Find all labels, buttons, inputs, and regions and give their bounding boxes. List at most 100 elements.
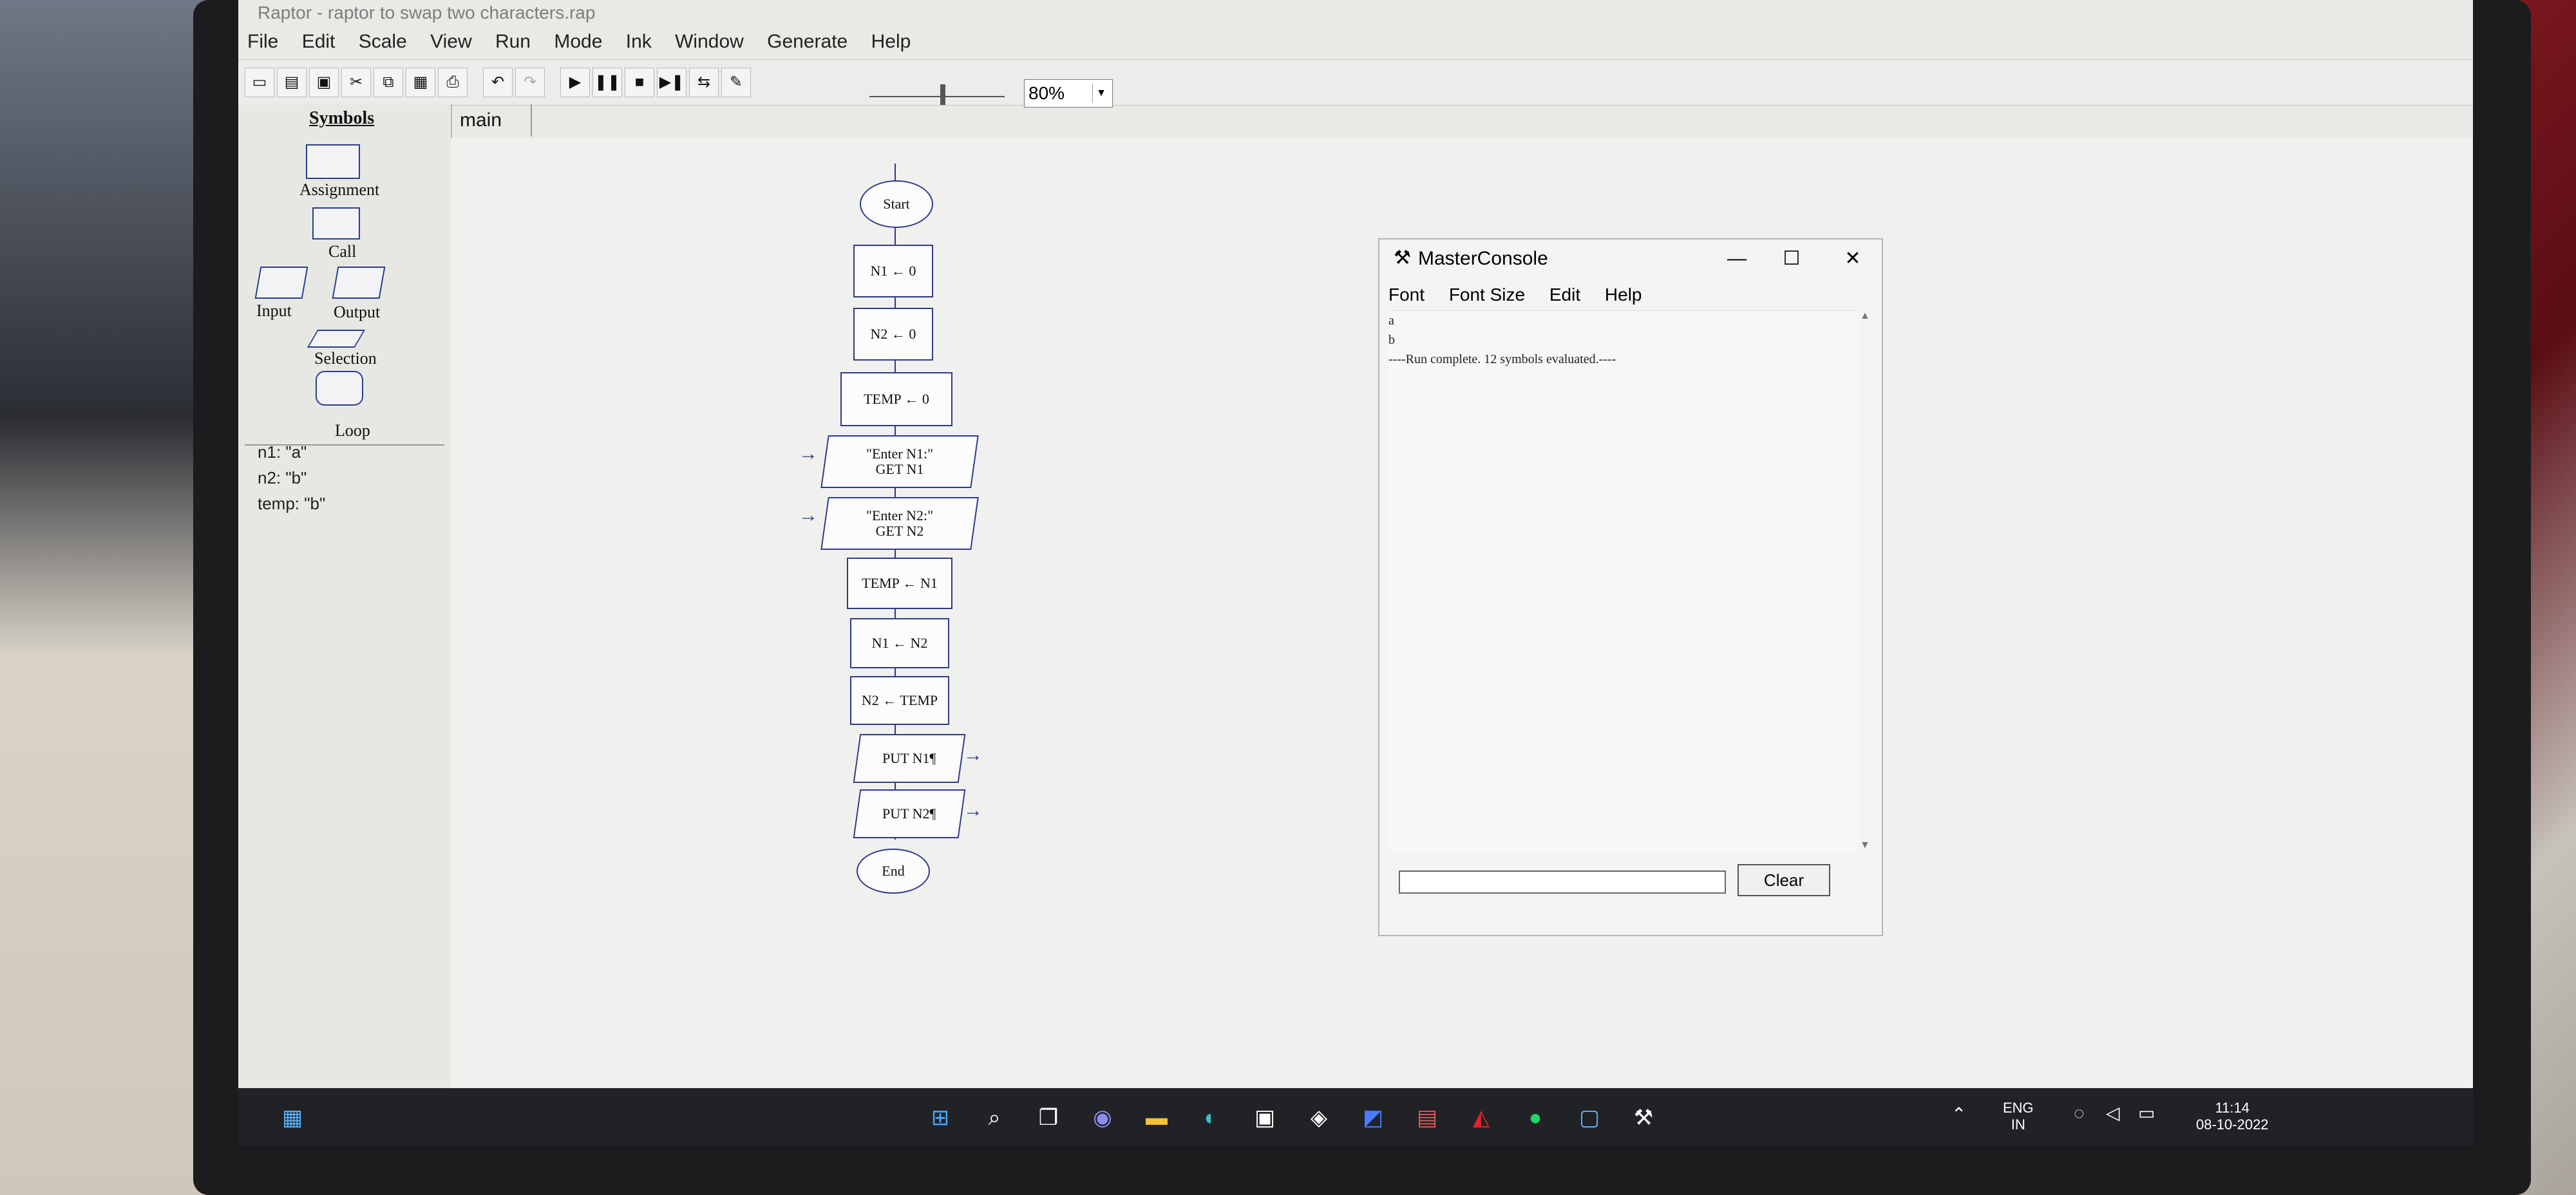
output-n2-text: PUT N2¶ xyxy=(882,805,936,822)
symbol-output-label: Output xyxy=(334,303,381,321)
chevron-down-icon[interactable]: ▼ xyxy=(1092,84,1110,103)
menu-view[interactable]: View xyxy=(421,31,480,52)
test-server-icon[interactable]: ⇆ xyxy=(689,68,719,97)
volume-icon[interactable]: ◁ xyxy=(2106,1104,2120,1122)
pause-icon[interactable]: ❚❚ xyxy=(592,68,622,97)
minimize-icon[interactable]: — xyxy=(1714,240,1759,278)
symbols-title: Symbols xyxy=(309,108,375,128)
store-icon[interactable]: ▣ xyxy=(1249,1102,1280,1133)
console-line: ----Run complete. 12 symbols evaluated.-… xyxy=(1388,352,1616,366)
tab-main[interactable]: main xyxy=(451,104,532,136)
console-title: MasterConsole xyxy=(1418,248,1548,269)
assign-temp-n1-box[interactable]: TEMP ← N1 xyxy=(847,558,952,609)
file-explorer-icon[interactable]: ▬ xyxy=(1141,1102,1172,1133)
input-arrow-icon: → xyxy=(799,443,818,464)
widgets-icon[interactable]: ▦ xyxy=(277,1102,308,1133)
input-n1-box[interactable]: "Enter N1:" GET N1 xyxy=(820,435,979,488)
output-n2-box[interactable]: PUT N2¶ xyxy=(853,789,966,838)
screen: Raptor - raptor to swap two characters.r… xyxy=(238,0,2473,1146)
assign-temp-box[interactable]: TEMP ← 0 xyxy=(840,372,952,426)
assignment-symbol-icon[interactable] xyxy=(306,144,360,179)
wifi-icon[interactable]: ◌ xyxy=(2074,1104,2085,1122)
print-icon[interactable]: ⎙ xyxy=(438,68,468,97)
search-icon[interactable]: ⌕ xyxy=(979,1102,1010,1133)
output-arrow-icon: → xyxy=(963,744,983,766)
console-input[interactable] xyxy=(1399,870,1726,894)
paste-icon[interactable]: ▦ xyxy=(406,68,435,97)
assign-n2-temp-box[interactable]: N2 ← TEMP xyxy=(850,676,949,725)
menu-window[interactable]: Window xyxy=(666,31,753,52)
cut-icon[interactable]: ✂ xyxy=(341,68,371,97)
maximize-icon[interactable]: ☐ xyxy=(1769,240,1814,278)
input-n1-prompt: "Enter N1:" xyxy=(866,446,934,462)
console-output[interactable]: a b ----Run complete. 12 symbols evaluat… xyxy=(1388,310,1859,852)
variable-item: n1: "a" xyxy=(258,442,307,462)
console-menu-help[interactable]: Help xyxy=(1605,285,1642,305)
menu-file[interactable]: File xyxy=(238,31,287,52)
app-icon[interactable]: ▤ xyxy=(1412,1102,1443,1133)
scroll-down-icon[interactable]: ▼ xyxy=(1860,840,1870,851)
input-symbol-icon[interactable] xyxy=(254,267,308,299)
assign-n1-n2-box[interactable]: N1 ← N2 xyxy=(850,618,949,668)
speed-slider-handle[interactable] xyxy=(940,84,945,105)
task-view-icon[interactable]: ❐ xyxy=(1033,1102,1064,1133)
end-oval[interactable]: End xyxy=(857,849,930,894)
console-menu-edit[interactable]: Edit xyxy=(1549,285,1580,305)
copy-icon[interactable]: ⧉ xyxy=(374,68,403,97)
ink-pen-icon[interactable]: ✎ xyxy=(721,68,751,97)
spotify-icon[interactable]: ● xyxy=(1520,1102,1551,1133)
symbol-input-label: Input xyxy=(256,301,292,320)
app-icon[interactable]: ▢ xyxy=(1574,1102,1605,1133)
step-icon[interactable]: ▶❚ xyxy=(657,68,687,97)
menu-scale[interactable]: Scale xyxy=(350,31,416,52)
language-indicator[interactable]: ENG IN xyxy=(2003,1100,2034,1133)
menu-run[interactable]: Run xyxy=(486,31,540,52)
assign-n2-box[interactable]: N2 ← 0 xyxy=(853,308,933,361)
edge-browser-icon[interactable]: ◐ xyxy=(1195,1102,1226,1133)
window-title: Raptor - raptor to swap two characters.r… xyxy=(258,3,596,23)
raptor-icon[interactable]: ⚒ xyxy=(1628,1102,1659,1133)
console-menu-font-size[interactable]: Font Size xyxy=(1449,285,1525,305)
new-icon[interactable]: ▭ xyxy=(245,68,274,97)
output-n1-box[interactable]: PUT N1¶ xyxy=(853,734,966,783)
clear-button[interactable]: Clear xyxy=(1738,864,1830,896)
menu-edit[interactable]: Edit xyxy=(293,31,345,52)
variable-watch-list: n1: "a" n2: "b" temp: "b" xyxy=(258,439,325,516)
console-scrollbar[interactable]: ▲ ▼ xyxy=(1860,310,1873,851)
language-top: ENG xyxy=(2003,1100,2034,1116)
save-icon[interactable]: ▣ xyxy=(309,68,339,97)
redo-icon[interactable]: ↷ xyxy=(515,68,545,97)
windows-start-icon[interactable]: ⊞ xyxy=(925,1102,956,1133)
loop-symbol-icon[interactable] xyxy=(316,371,363,406)
clock[interactable]: 11:14 08-10-2022 xyxy=(2196,1100,2269,1133)
menu-mode[interactable]: Mode xyxy=(545,31,611,52)
menu-ink[interactable]: Ink xyxy=(617,31,661,52)
battery-icon[interactable]: ▭ xyxy=(2138,1104,2155,1122)
input-n2-get: GET N2 xyxy=(875,523,924,539)
menu-help[interactable]: Help xyxy=(862,31,920,52)
selection-symbol-icon[interactable] xyxy=(307,330,366,348)
mcafee-icon[interactable]: ◭ xyxy=(1466,1102,1497,1133)
assign-n1-box[interactable]: N1 ← 0 xyxy=(853,245,933,297)
raptor-icon: ⚒ xyxy=(1394,247,1411,268)
call-symbol-icon[interactable] xyxy=(312,207,360,240)
app-icon[interactable]: ◈ xyxy=(1303,1102,1334,1133)
input-n2-box[interactable]: "Enter N2:" GET N2 xyxy=(820,497,979,550)
scroll-up-icon[interactable]: ▲ xyxy=(1860,310,1870,322)
close-icon[interactable]: ✕ xyxy=(1830,240,1875,278)
stop-icon[interactable]: ■ xyxy=(625,68,654,97)
output-n1-text: PUT N1¶ xyxy=(882,750,936,766)
start-oval[interactable]: Start xyxy=(860,180,933,228)
run-icon[interactable]: ▶ xyxy=(560,68,590,97)
output-symbol-icon[interactable] xyxy=(332,267,386,299)
undo-icon[interactable]: ↶ xyxy=(483,68,513,97)
toolbar: ▭ ▤ ▣ ✂ ⧉ ▦ ⎙ ↶ ↷ ▶ ❚❚ ■ ▶❚ ⇆ ✎ 80% ▼ xyxy=(238,59,2473,108)
speed-slider[interactable] xyxy=(869,96,1005,97)
open-icon[interactable]: ▤ xyxy=(277,68,307,97)
app-icon[interactable]: ◩ xyxy=(1358,1102,1388,1133)
menu-generate[interactable]: Generate xyxy=(758,31,857,52)
console-menu-font[interactable]: Font xyxy=(1388,285,1425,305)
teams-chat-icon[interactable]: ◉ xyxy=(1087,1102,1118,1133)
chevron-up-icon[interactable]: ⌃ xyxy=(1951,1106,1966,1124)
zoom-select[interactable]: 80% ▼ xyxy=(1024,79,1113,108)
